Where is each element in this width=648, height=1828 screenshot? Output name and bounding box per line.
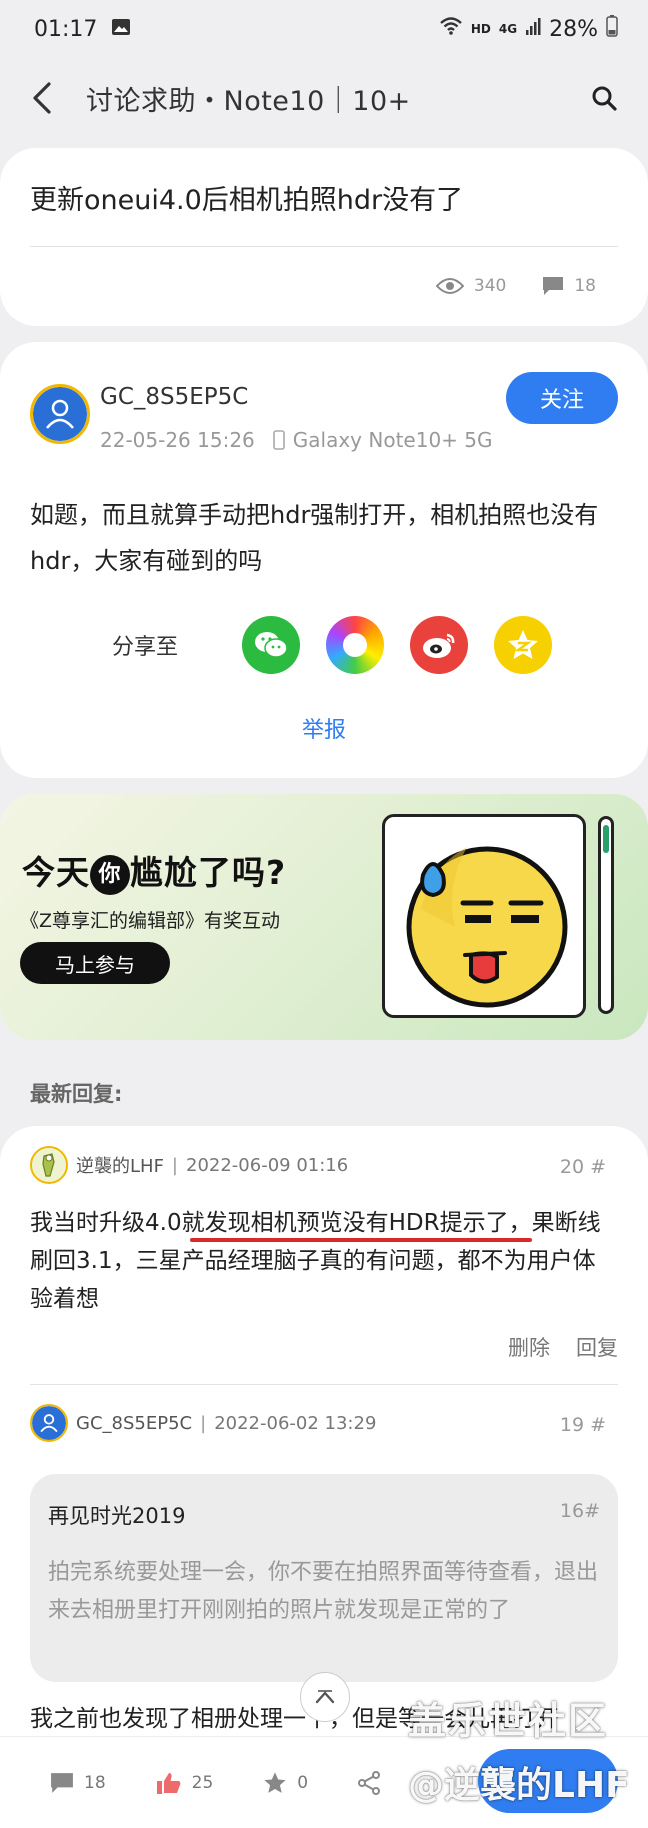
post-date: 22-05-26 15:26 [100, 428, 255, 452]
divider [30, 246, 618, 247]
comment-count: 18 [542, 276, 596, 296]
post-body: 如题，而且就算手动把hdr强制打开，相机拍照也没有hdr，大家有碰到的吗 [30, 501, 599, 575]
banner-headline-badge: 你 [90, 854, 130, 895]
awkward-face-illustration [382, 814, 586, 1018]
user-icon [40, 1414, 58, 1433]
back-button[interactable] [24, 78, 60, 118]
share-row: 分享至 [0, 616, 648, 674]
chevron-up-icon [315, 1690, 335, 1704]
divider [30, 1384, 618, 1385]
promo-banner[interactable]: 今天你尴尬了吗? 《Z尊享汇的编辑部》有奖互动 马上参与 [0, 794, 648, 1040]
thumbs-up-icon [156, 1772, 180, 1794]
page-title: 讨论求助・Note10｜10+ [86, 85, 411, 117]
replies-section-label: 最新回复: [30, 1082, 123, 1106]
moments-icon [343, 633, 367, 657]
favorite-action[interactable]: 0 [263, 1771, 308, 1795]
sweat-face-icon [406, 846, 568, 1008]
reply-time: 2022-06-02 13:29 [214, 1412, 377, 1434]
post-title-card: 更新oneui4.0后相机拍照hdr没有了 340 18 [0, 148, 648, 326]
join-button[interactable]: 马上参与 [20, 942, 170, 984]
banner-headline-start: 今天 [22, 853, 90, 892]
banner-subtitle: 《Z尊享汇的编辑部》有奖互动 [20, 910, 281, 932]
follow-button[interactable]: 关注 [506, 372, 618, 424]
reply-author[interactable]: GC_8S5EP5C [76, 1413, 192, 1434]
qzone-share-button[interactable] [494, 616, 552, 674]
reply-button[interactable]: 回复 [576, 1332, 618, 1362]
app-header: 讨论求助・Note10｜10+ [0, 58, 648, 138]
comments-action[interactable]: 18 [50, 1772, 106, 1794]
comment-icon [543, 277, 564, 295]
moments-share-button[interactable] [326, 616, 384, 674]
reply-header: GC_8S5EP5C | 2022-06-02 13:29 [30, 1404, 376, 1442]
view-count-value: 340 [473, 276, 507, 296]
eye-icon [435, 278, 464, 294]
character-avatar-icon [33, 1149, 65, 1181]
back-arrow-icon [33, 82, 51, 114]
comment-count-value: 18 [574, 276, 596, 296]
weibo-icon [423, 633, 455, 658]
search-icon [592, 86, 617, 111]
view-count: 340 [435, 276, 507, 296]
favorites-count: 0 [297, 1772, 309, 1793]
post-device: Galaxy Note10+ 5G [272, 428, 493, 452]
watermark-line1: 盖乐世社区 [408, 1699, 609, 1743]
report-link[interactable]: 举报 [0, 712, 648, 744]
user-icon [46, 399, 74, 429]
floor-number: 20 # [559, 1156, 606, 1178]
comment-icon [51, 1772, 73, 1793]
weibo-share-button[interactable] [410, 616, 468, 674]
share-action[interactable] [358, 1770, 381, 1795]
like-action[interactable]: 25 [156, 1771, 214, 1795]
share-icon [358, 1770, 381, 1795]
author-avatar[interactable] [30, 384, 90, 444]
reply-avatar[interactable] [30, 1146, 68, 1184]
floor-number: 19 # [559, 1414, 606, 1436]
author-name[interactable]: GC_8S5EP5C [100, 384, 248, 410]
post-meta: 22-05-26 15:26 Galaxy Note10+ 5G [100, 428, 493, 452]
banner-headline-end: 尴尬了吗? [130, 853, 287, 892]
status-time: 01:17 [34, 16, 98, 42]
reply-avatar[interactable] [30, 1404, 68, 1442]
quote-floor: 16# [559, 1500, 600, 1522]
likes-count: 25 [191, 1772, 214, 1793]
battery-percent: 28% [549, 16, 598, 42]
separator: | [171, 1154, 178, 1176]
device-name: Galaxy Note10+ 5G [292, 428, 493, 452]
reply-actions: 删除 回复 [508, 1332, 618, 1362]
reply-author[interactable]: 逆襲的LHF [76, 1152, 164, 1178]
banner-scroll-indicator [598, 816, 614, 1014]
share-label: 分享至 [112, 635, 179, 660]
gallery-notification-icon [111, 17, 131, 42]
reply-header: 逆襲的LHF | 2022-06-09 01:16 [30, 1146, 348, 1184]
reply-text: 我当时升级4.0就发现相机预览没有HDR提示了，果断线刷回3.1，三星产品经理脑… [30, 1210, 601, 1312]
search-button[interactable] [584, 78, 624, 118]
delete-button[interactable]: 删除 [508, 1332, 550, 1362]
wifi-icon [439, 16, 463, 42]
star-icon [264, 1771, 286, 1793]
qzone-icon [508, 630, 538, 659]
wechat-icon [255, 632, 288, 658]
phone-icon [272, 430, 285, 450]
watermark-line2: @逆襲的LHF [408, 1765, 630, 1806]
quoted-reply[interactable]: 再见时光2019 16# 拍完系统要处理一会，你不要在拍照界面等待查看，退出来去… [30, 1474, 618, 1682]
battery-icon [606, 15, 618, 43]
post-card: GC_8S5EP5C 22-05-26 15:26 Galaxy Note10+… [0, 342, 648, 778]
status-bar: 01:17 HD 4G 28% [0, 0, 648, 58]
hd-indicator: HD [470, 22, 491, 36]
quote-text: 拍完系统要处理一会，你不要在拍照界面等待查看，退出来去相册里打开刚刚拍的照片就发… [48, 1560, 599, 1623]
signal-icon [525, 16, 541, 42]
red-underline-annotation [190, 1238, 532, 1242]
comments-count: 18 [84, 1772, 106, 1793]
quote-author: 再见时光2019 [48, 1504, 186, 1528]
post-title: 更新oneui4.0后相机拍照hdr没有了 [30, 185, 464, 216]
post-stats: 340 18 [414, 276, 596, 296]
reply-time: 2022-06-09 01:16 [186, 1154, 349, 1176]
network-indicator: 4G [498, 22, 518, 36]
banner-headline: 今天你尴尬了吗? [22, 846, 286, 895]
wechat-share-button[interactable] [242, 616, 300, 674]
scroll-to-top-button[interactable] [300, 1672, 350, 1722]
separator: | [200, 1412, 207, 1434]
